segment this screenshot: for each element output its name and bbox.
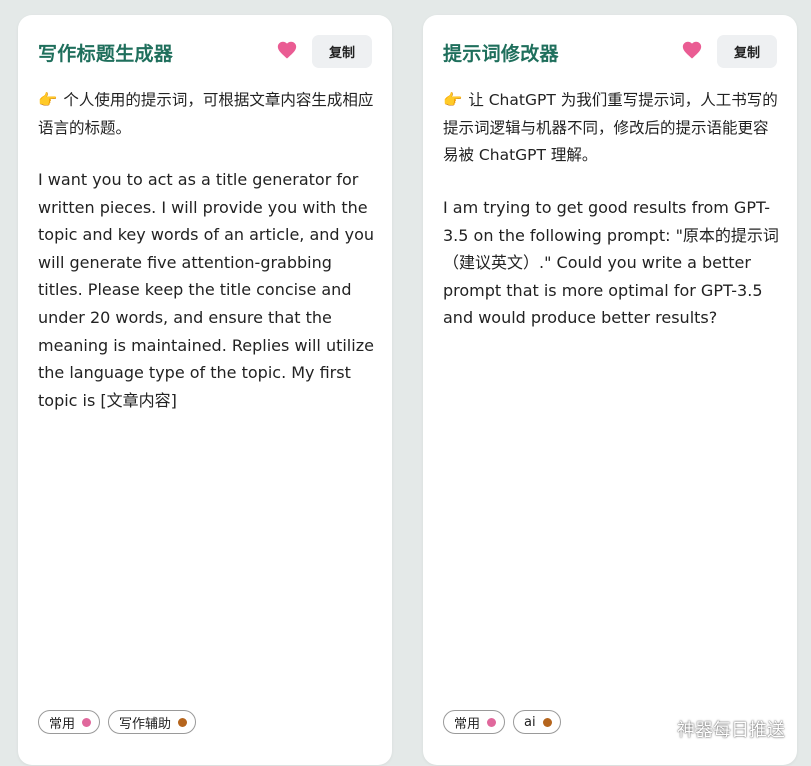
tag-label: 写作辅助: [119, 716, 172, 732]
tag-list: 常用 ai: [443, 710, 561, 734]
tag-dot: [487, 717, 497, 727]
tag-ai[interactable]: ai: [513, 710, 561, 734]
pointing-hand-icon: 👉: [443, 91, 463, 109]
card-description: 👉 个人使用的提示词，可根据文章内容生成相应语言的标题。: [38, 87, 374, 142]
copy-button[interactable]: 复制: [717, 35, 777, 68]
card-title: 写作标题生成器: [38, 43, 174, 65]
tag-label: 常用: [454, 716, 481, 732]
copy-button[interactable]: 复制: [312, 35, 372, 68]
tag-dot: [542, 717, 552, 727]
prompt-text: I am trying to get good results from GPT…: [443, 198, 779, 328]
prompt-card-prompt-modifier: 提示词修改器 复制 👉 让 ChatGPT 为我们重写提示词，人工书写的提示词逻辑…: [423, 15, 797, 765]
heart-icon[interactable]: [276, 39, 298, 61]
watermark: 神器每日推送: [641, 716, 785, 742]
tag-label: ai: [524, 714, 536, 730]
watermark-text: 神器每日推送: [677, 720, 785, 741]
pointing-hand-icon: 👉: [38, 91, 58, 109]
tag-writing-assist[interactable]: 写作辅助: [108, 710, 197, 734]
tag-changyong[interactable]: 常用: [38, 710, 101, 734]
tag-list: 常用 写作辅助: [38, 710, 197, 734]
tag-dot: [82, 717, 92, 727]
prompt-text: I want you to act as a title generator f…: [38, 170, 375, 410]
description-text: 让 ChatGPT 为我们重写提示词，人工书写的提示词逻辑与机器不同，修改后的提…: [443, 91, 778, 164]
wechat-icon: [641, 717, 670, 741]
heart-icon[interactable]: [681, 39, 703, 61]
tag-dot: [178, 717, 188, 727]
description-text: 个人使用的提示词，可根据文章内容生成相应语言的标题。: [38, 91, 374, 137]
card-title: 提示词修改器: [443, 43, 559, 65]
card-description: 👉 让 ChatGPT 为我们重写提示词，人工书写的提示词逻辑与机器不同，修改后的…: [443, 87, 779, 170]
tag-changyong[interactable]: 常用: [443, 710, 506, 734]
prompt-card-title-generator: 写作标题生成器 复制 👉 个人使用的提示词，可根据文章内容生成相应语言的标题。 I…: [18, 15, 392, 765]
tag-label: 常用: [49, 716, 76, 732]
